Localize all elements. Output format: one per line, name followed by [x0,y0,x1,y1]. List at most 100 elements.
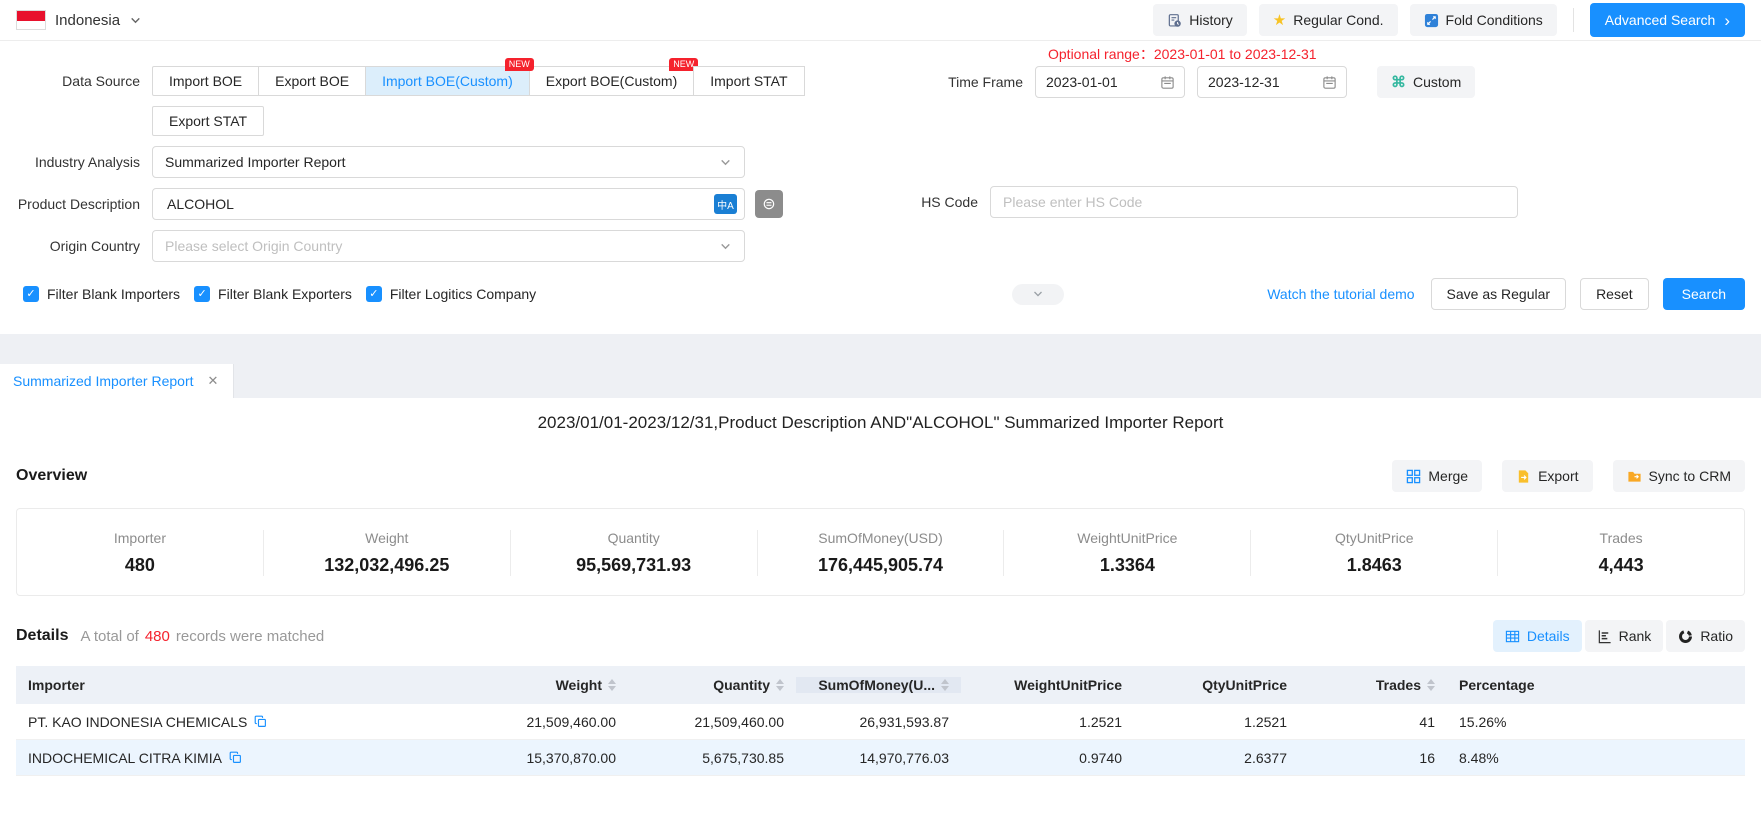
origin-country-label: Origin Country [0,238,152,254]
view-switcher: Details Rank Ratio [1493,620,1745,652]
col-weight-unit-price: WeightUnitPrice [961,677,1134,693]
industry-analysis-select[interactable]: Summarized Importer Report [152,146,745,178]
tab-export-stat[interactable]: Export STAT [152,106,264,136]
sort-icon[interactable] [776,679,784,691]
col-qty-unit-price: QtyUnitPrice [1134,677,1299,693]
filter-logistics-company-checkbox[interactable]: ✓ Filter Logitics Company [366,286,536,302]
table-header-row: Importer Weight Quantity SumOfMoney(U...… [16,666,1745,704]
topbar-divider [1573,8,1574,32]
report-area: 2023/01/01-2023/12/31,Product Descriptio… [0,413,1761,776]
reset-button[interactable]: Reset [1580,278,1649,310]
copy-icon[interactable] [229,751,242,764]
view-tab-rank[interactable]: Rank [1585,620,1664,652]
tab-import-stat[interactable]: Import STAT [693,66,804,96]
table-row[interactable]: PT. KAO INDONESIA CHEMICALS 21,509,460.0… [16,704,1745,740]
stat-sum-of-money: SumOfMoney(USD)176,445,905.74 [757,530,1004,576]
advanced-search-button[interactable]: Advanced Search › [1590,3,1745,37]
history-label: History [1189,12,1233,28]
tab-export-boe-custom[interactable]: Export BOE(Custom)NEW [529,66,694,96]
time-frame-group: Time Frame 2023-01-01 2023-12-31 ⌘ Custo… [868,66,1475,98]
export-icon [1516,469,1531,484]
merge-button[interactable]: Merge [1392,460,1482,492]
importer-link[interactable]: INDOCHEMICAL CITRA KIMIA [28,750,222,766]
filter-blank-exporters-checkbox[interactable]: ✓ Filter Blank Exporters [194,286,352,302]
end-date-input[interactable]: 2023-12-31 [1197,66,1347,98]
view-tab-ratio[interactable]: Ratio [1666,620,1745,652]
col-sum-of-money: SumOfMoney(U... [796,677,961,693]
sync-to-crm-button[interactable]: Sync to CRM [1613,460,1745,492]
country-name: Indonesia [55,12,120,29]
match-info: A total of 480 records were matched [80,628,324,645]
stat-importer: Importer480 [17,530,263,576]
tab-import-boe[interactable]: Import BOE [152,66,259,96]
export-button[interactable]: Export [1502,460,1592,492]
origin-country-select[interactable]: Please select Origin Country [152,230,745,262]
view-tab-details[interactable]: Details [1493,620,1582,652]
search-form: Optional range：2023-01-01 to 2023-12-31 … [0,41,1761,334]
details-header: Details A total of 480 records were matc… [16,620,1745,652]
sort-icon[interactable] [608,679,616,691]
expand-conditions-button[interactable] [1012,284,1064,305]
industry-analysis-label: Industry Analysis [0,154,152,170]
col-trades: Trades [1299,677,1447,693]
sort-icon[interactable] [941,679,949,691]
hs-code-input[interactable] [990,186,1518,218]
topbar: Indonesia History ★ Regular Cond. Fold C… [0,0,1761,41]
col-importer: Importer [16,677,468,693]
tab-import-boe-custom[interactable]: Import BOE(Custom)NEW [365,66,530,96]
sync-folder-icon [1627,469,1642,484]
tutorial-demo-link[interactable]: Watch the tutorial demo [1267,286,1414,302]
chevron-down-icon [719,156,732,169]
report-title: 2023/01/01-2023/12/31,Product Descriptio… [16,413,1745,433]
hs-code-label: HS Code [868,194,990,210]
result-tab-summarized-importer-report[interactable]: Summarized Importer Report ✕ [0,364,234,398]
filters-row: ✓ Filter Blank Importers ✓ Filter Blank … [0,278,1761,310]
history-button[interactable]: History [1153,4,1247,36]
regular-cond-button[interactable]: ★ Regular Cond. [1259,4,1398,36]
close-icon[interactable]: ✕ [208,373,219,389]
topbar-actions: History ★ Regular Cond. Fold Conditions … [1153,3,1745,37]
overview-actions: Merge Export Sync to CRM [1392,460,1745,492]
result-tabstrip: Summarized Importer Report ✕ [0,334,1761,398]
stat-qty-unit-price: QtyUnitPrice1.8463 [1250,530,1497,576]
chevron-right-icon: › [1724,12,1730,29]
start-date-value: 2023-01-01 [1046,74,1118,90]
merge-label: Merge [1428,468,1468,484]
product-description-field: 中A [152,188,745,220]
checkbox-checked-icon: ✓ [194,286,210,302]
sort-icon[interactable] [1427,679,1435,691]
bar-chart-icon [1597,629,1612,644]
start-date-input[interactable]: 2023-01-01 [1035,66,1185,98]
data-source-row-2: Export STAT [0,106,1761,136]
stat-quantity: Quantity95,569,731.93 [510,530,757,576]
translate-icon[interactable]: 中A [714,194,737,214]
country-selector[interactable]: Indonesia [16,10,142,30]
calendar-icon [1160,75,1175,90]
product-description-input[interactable] [165,195,706,213]
origin-country-placeholder: Please select Origin Country [165,238,342,254]
synonym-expand-button[interactable]: ⊜ [755,190,783,218]
save-as-regular-button[interactable]: Save as Regular [1431,278,1567,310]
export-label: Export [1538,468,1578,484]
end-date-value: 2023-12-31 [1208,74,1280,90]
tab-export-boe[interactable]: Export BOE [258,66,366,96]
fold-conditions-button[interactable]: Fold Conditions [1410,4,1557,36]
pie-chart-icon [1678,629,1693,644]
importer-link[interactable]: PT. KAO INDONESIA CHEMICALS [28,714,247,730]
custom-range-button[interactable]: ⌘ Custom [1377,66,1475,98]
new-badge: NEW [505,58,534,71]
filter-blank-importers-checkbox[interactable]: ✓ Filter Blank Importers [23,286,180,302]
stat-weight-unit-price: WeightUnitPrice1.3364 [1003,530,1250,576]
checkbox-checked-icon: ✓ [23,286,39,302]
search-button[interactable]: Search [1663,278,1745,310]
chevron-down-icon [719,240,732,253]
chevron-down-icon [129,14,142,27]
col-percentage: Percentage [1447,677,1745,693]
table-row[interactable]: INDOCHEMICAL CITRA KIMIA 15,370,870.00 5… [16,740,1745,776]
time-frame-label: Time Frame [868,74,1035,90]
synonym-icon: ⊜ [762,194,775,214]
copy-icon[interactable] [254,715,267,728]
indonesia-flag-icon [16,10,46,30]
overview-label: Overview [16,467,87,485]
industry-analysis-value: Summarized Importer Report [165,154,346,170]
